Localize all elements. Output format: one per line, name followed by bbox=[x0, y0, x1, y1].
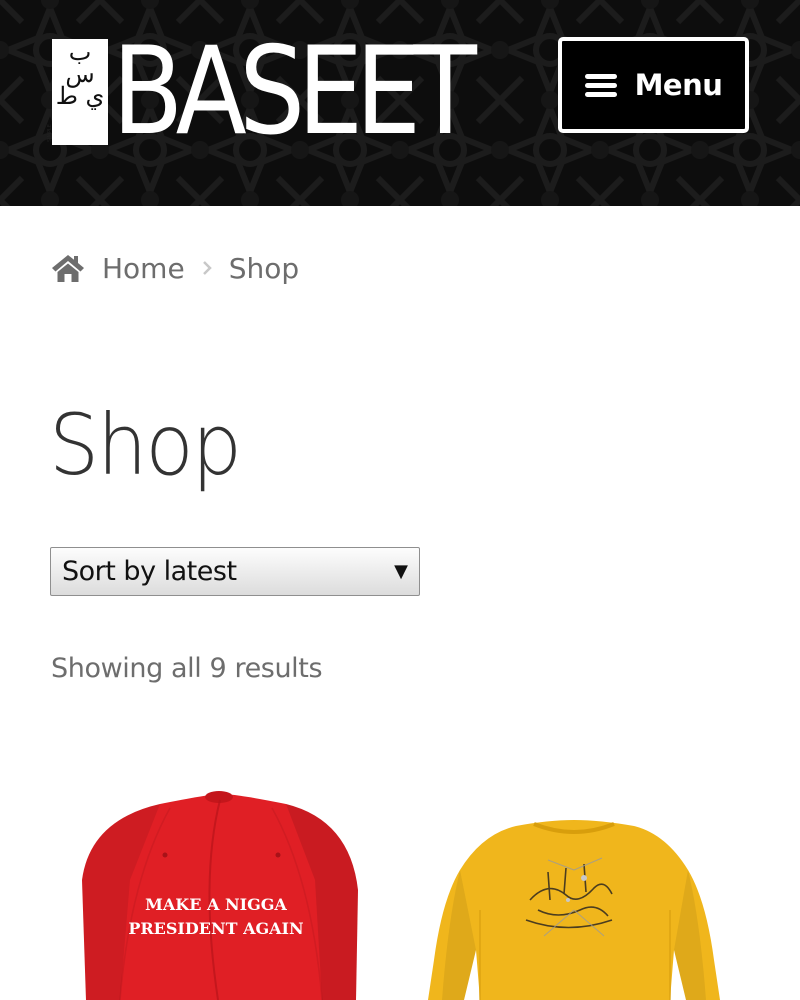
chevron-right-icon bbox=[202, 261, 212, 275]
dropdown-arrow-icon: ▼ bbox=[394, 561, 408, 582]
site-header: ب س ي ط SIMPLE BASEET Menu bbox=[0, 0, 800, 206]
cap-text-line2: PRESIDENT AGAIN bbox=[128, 919, 303, 938]
yellow-longsleeve-image[interactable] bbox=[398, 760, 750, 1000]
page-title: Shop bbox=[49, 396, 242, 494]
product-card[interactable] bbox=[398, 760, 750, 1000]
site-logo[interactable]: ب س ي ط SIMPLE BASEET bbox=[47, 21, 527, 162]
cap-text-line1: MAKE A NIGGA bbox=[145, 895, 287, 914]
menu-button[interactable]: Menu bbox=[558, 37, 749, 133]
logo-small-text: SIMPLE bbox=[47, 124, 53, 142]
breadcrumb: Home Shop bbox=[51, 246, 299, 290]
result-count: Showing all 9 results bbox=[51, 653, 323, 684]
hamburger-icon bbox=[584, 74, 617, 97]
sort-select[interactable]: Sort by latest ▼ bbox=[50, 547, 420, 596]
breadcrumb-current: Shop bbox=[228, 251, 300, 285]
menu-button-label: Menu bbox=[634, 68, 723, 102]
breadcrumb-home-link[interactable]: Home bbox=[102, 252, 185, 285]
red-cap-image[interactable]: MAKE A NIGGA PRESIDENT AGAIN bbox=[50, 760, 395, 1000]
logo-mark: ب س ي ط SIMPLE bbox=[47, 38, 108, 145]
sort-selected-value: Sort by latest bbox=[62, 556, 237, 587]
product-card[interactable]: MAKE A NIGGA PRESIDENT AGAIN bbox=[50, 760, 395, 1000]
logo-wordmark: BASEET bbox=[112, 21, 477, 162]
home-icon[interactable] bbox=[51, 253, 85, 283]
logo-arabic-text: ب س ي ط bbox=[55, 38, 105, 110]
